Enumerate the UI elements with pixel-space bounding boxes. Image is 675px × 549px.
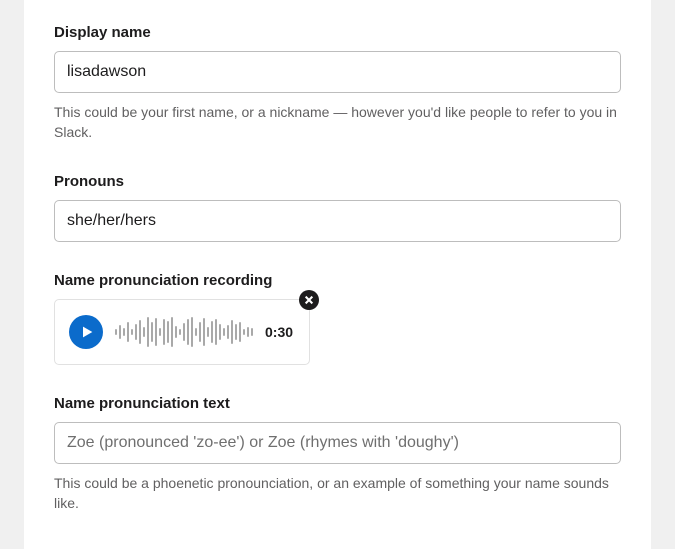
waveform-bar bbox=[123, 328, 125, 336]
waveform-bar bbox=[243, 329, 245, 335]
display-name-helper: This could be your first name, or a nick… bbox=[54, 102, 621, 143]
profile-form-card: Display name This could be your first na… bbox=[24, 0, 651, 549]
waveform-bar bbox=[223, 328, 225, 336]
display-name-label: Display name bbox=[54, 24, 621, 41]
waveform-bar bbox=[207, 327, 209, 337]
waveform-bar bbox=[251, 328, 253, 336]
pronunciation-text-helper: This could be a phoenetic pronounciation… bbox=[54, 473, 621, 514]
waveform-bar bbox=[239, 322, 241, 342]
waveform-bar bbox=[179, 329, 181, 335]
pronunciation-text-input[interactable] bbox=[54, 422, 621, 464]
waveform-bar bbox=[147, 317, 149, 347]
waveform-bar bbox=[247, 327, 249, 337]
waveform-bar bbox=[127, 322, 129, 342]
remove-recording-button[interactable] bbox=[299, 290, 319, 310]
recording-duration: 0:30 bbox=[265, 324, 293, 340]
waveform-bar bbox=[143, 327, 145, 337]
waveform-bar bbox=[175, 326, 177, 338]
waveform-bar bbox=[163, 319, 165, 345]
waveform-bar bbox=[211, 321, 213, 343]
waveform bbox=[115, 314, 253, 350]
pronouns-label: Pronouns bbox=[54, 173, 621, 190]
waveform-bar bbox=[171, 317, 173, 347]
display-name-section: Display name This could be your first na… bbox=[54, 24, 621, 143]
recording-player: 0:30 bbox=[54, 299, 310, 365]
waveform-bar bbox=[227, 325, 229, 339]
display-name-input[interactable] bbox=[54, 51, 621, 93]
waveform-bar bbox=[199, 322, 201, 342]
waveform-bar bbox=[235, 324, 237, 340]
play-button[interactable] bbox=[69, 315, 103, 349]
play-icon bbox=[79, 324, 95, 340]
waveform-bar bbox=[155, 318, 157, 346]
waveform-bar bbox=[131, 329, 133, 335]
waveform-bar bbox=[139, 320, 141, 344]
waveform-bar bbox=[115, 329, 117, 335]
waveform-bar bbox=[167, 321, 169, 343]
waveform-bar bbox=[183, 323, 185, 341]
waveform-bar bbox=[219, 324, 221, 340]
pronunciation-text-section: Name pronunciation text This could be a … bbox=[54, 395, 621, 514]
close-icon bbox=[304, 295, 314, 305]
pronunciation-text-label: Name pronunciation text bbox=[54, 395, 621, 412]
pronouns-section: Pronouns bbox=[54, 173, 621, 242]
waveform-bar bbox=[215, 319, 217, 345]
waveform-bar bbox=[195, 328, 197, 336]
pronunciation-recording-section: Name pronunciation recording 0:30 bbox=[54, 272, 621, 365]
waveform-bar bbox=[151, 322, 153, 342]
waveform-bar bbox=[187, 319, 189, 345]
waveform-bar bbox=[135, 324, 137, 340]
pronouns-input[interactable] bbox=[54, 200, 621, 242]
waveform-bar bbox=[119, 325, 121, 339]
waveform-bar bbox=[191, 317, 193, 347]
pronunciation-recording-label: Name pronunciation recording bbox=[54, 272, 621, 289]
waveform-bar bbox=[231, 320, 233, 344]
waveform-bar bbox=[159, 328, 161, 336]
waveform-bar bbox=[203, 318, 205, 346]
